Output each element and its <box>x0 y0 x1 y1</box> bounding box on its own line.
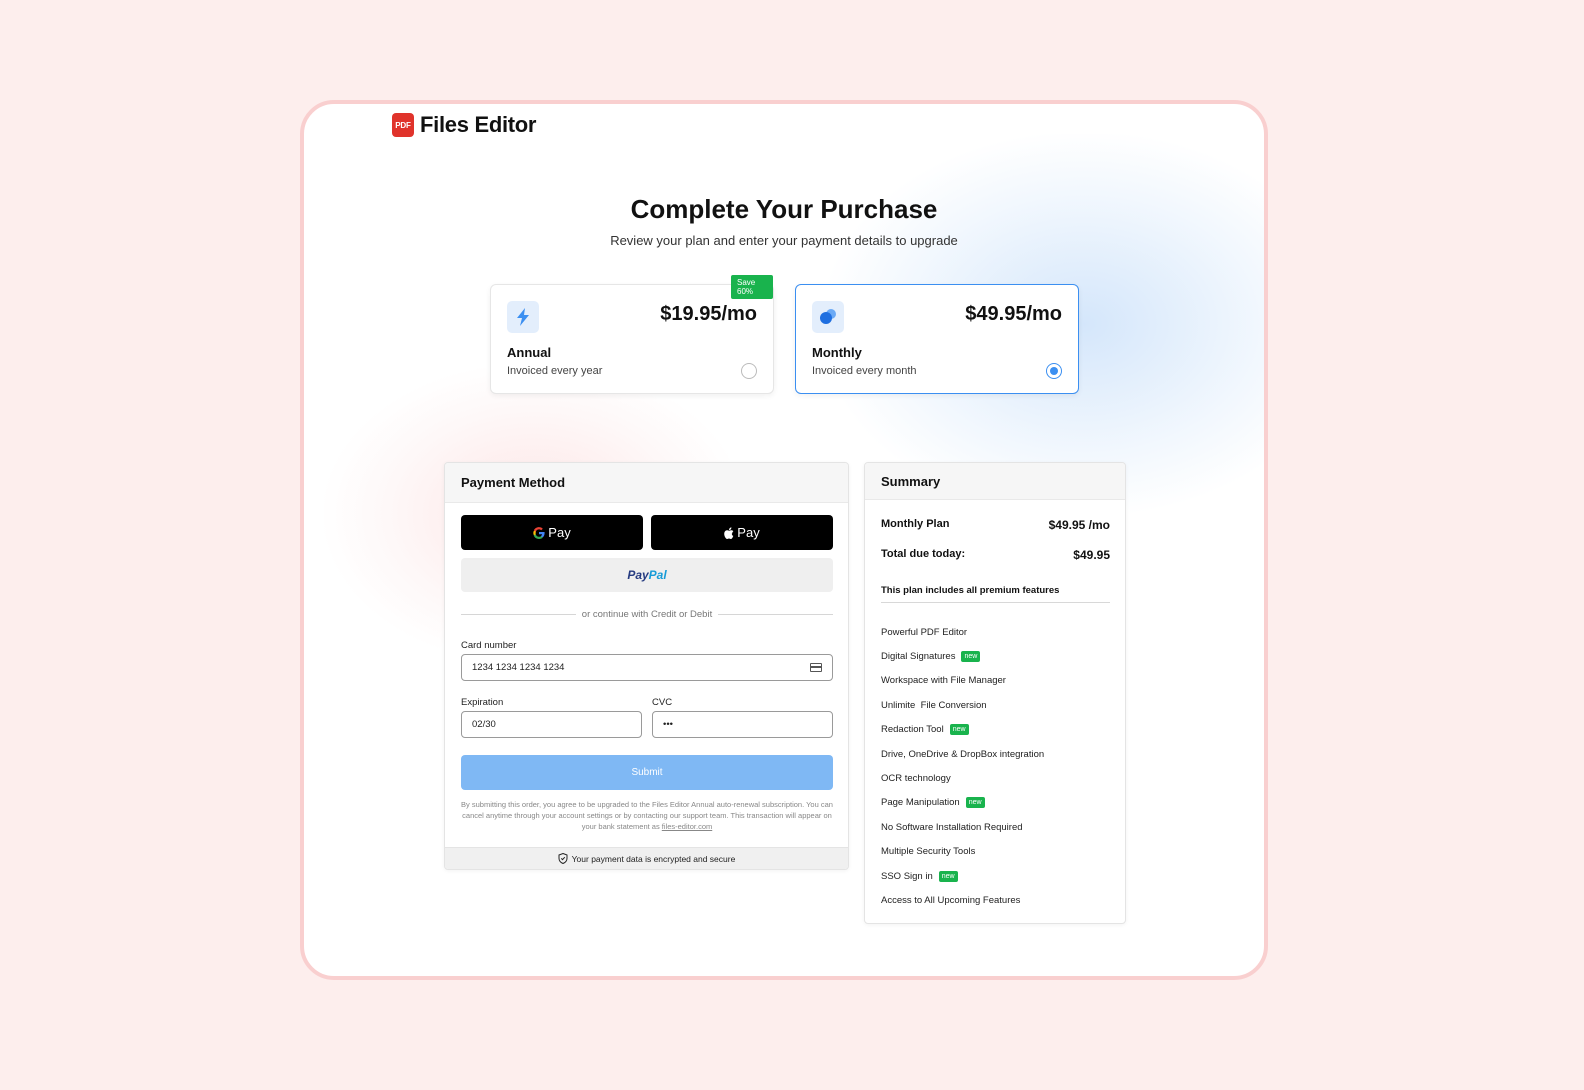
feature-item: Page Manipulation new <box>881 791 1110 815</box>
lightning-icon <box>507 301 539 333</box>
brand-name: Files Editor <box>420 112 537 137</box>
brand-logo[interactable]: PDF Files Editor <box>392 112 537 138</box>
summary-total-label: Total due today: <box>881 548 966 560</box>
terms-text: By submitting this order, you agree to b… <box>461 800 833 831</box>
save-badge: Save 60% <box>731 275 773 299</box>
apple-pay-button[interactable]: Pay <box>651 515 833 550</box>
card-number-label: Card number <box>461 640 517 651</box>
plan-card-annual[interactable]: Save 60% $19.95/mo Annual Invoiced every… <box>490 275 774 394</box>
feature-item: Workspace with File Manager <box>881 675 1006 687</box>
plan-name: Monthly <box>812 345 862 360</box>
terms-link[interactable]: files-editor.com <box>662 822 712 831</box>
summary-title: Summary <box>865 463 1125 500</box>
plan-card-monthly[interactable]: $49.95/mo Monthly Invoiced every month <box>795 284 1079 394</box>
paypal-logo-part2: Pal <box>648 568 667 582</box>
feature-list: Powerful PDF Editor Digital Signatures ne… <box>881 620 1110 913</box>
expiration-input[interactable]: 02/30 <box>461 711 642 738</box>
wallet-buttons: Pay Pay <box>461 515 833 550</box>
submit-button[interactable]: Submit <box>461 755 833 790</box>
summary-plan-label: Monthly Plan <box>881 518 950 530</box>
new-badge: new <box>965 797 985 809</box>
google-g-icon <box>533 526 545 539</box>
cvc-value: ••• <box>663 719 673 730</box>
google-pay-button[interactable]: Pay <box>461 515 643 550</box>
or-divider: or continue with Credit or Debit <box>461 609 834 620</box>
feature-item: OCR technology <box>881 773 951 785</box>
credit-card-icon <box>810 663 822 672</box>
pdf-logo-icon: PDF <box>392 113 414 137</box>
feature-item: Access to All Upcoming Features <box>881 894 1021 906</box>
plan-radio-monthly[interactable] <box>1046 363 1062 379</box>
card-number-input[interactable]: 1234 1234 1234 1234 <box>461 654 833 681</box>
feature-item: Powerful PDF Editor <box>881 626 968 638</box>
circles-icon <box>812 301 844 333</box>
new-badge: new <box>961 651 981 663</box>
secure-text: Your payment data is encrypted and secur… <box>571 853 736 864</box>
hero: Complete Your Purchase Review your plan … <box>304 194 1264 248</box>
page-title: Complete Your Purchase <box>630 194 938 224</box>
google-pay-label: Pay <box>548 525 571 540</box>
cvc-input[interactable]: ••• <box>652 711 833 738</box>
cvc-label: CVC <box>652 697 673 708</box>
new-badge: new <box>938 870 958 882</box>
feature-item: SSO Sign in new <box>881 864 1110 888</box>
feature-item: Unlimite File Conversion <box>881 699 987 711</box>
summary-total-value: $49.95 <box>1073 548 1110 562</box>
divider-text: or continue with Credit or Debit <box>581 609 713 620</box>
plan-price: $49.95/mo <box>965 303 1062 325</box>
apple-icon <box>724 526 734 539</box>
payment-method-title: Payment Method <box>445 463 848 503</box>
expiration-label: Expiration <box>461 697 504 708</box>
summary-total-row: Total due today: $49.95 <box>881 548 1110 562</box>
includes-note: This plan includes all premium features <box>881 585 1110 603</box>
page-subtitle: Review your plan and enter your payment … <box>610 233 958 248</box>
card-number-value: 1234 1234 1234 1234 <box>472 662 565 673</box>
feature-item: Drive, OneDrive & DropBox integration <box>881 748 1045 760</box>
summary-plan-value: $49.95 /mo <box>1048 518 1110 532</box>
feature-item: Digital Signatures new <box>881 644 1110 668</box>
plan-billing: Invoiced every month <box>812 365 917 377</box>
feature-item: Redaction Tool new <box>881 718 1110 742</box>
purchase-card: PDF Files Editor Complete Your Purchase … <box>300 100 1268 980</box>
paypal-button[interactable]: Pay Pal <box>461 558 833 592</box>
payment-method-panel: Payment Method Pay Pay Pay Pal or contin… <box>444 462 849 870</box>
summary-plan-row: Monthly Plan $49.95 /mo <box>881 518 1110 532</box>
apple-pay-label: Pay <box>737 525 760 540</box>
feature-item: No Software Installation Required <box>881 821 1023 833</box>
plan-radio-annual[interactable] <box>741 363 757 379</box>
feature-item: Multiple Security Tools <box>881 846 976 858</box>
plan-billing: Invoiced every year <box>507 365 603 377</box>
new-badge: new <box>949 724 969 736</box>
secure-notice: Your payment data is encrypted and secur… <box>445 847 848 869</box>
plan-name: Annual <box>507 345 552 360</box>
paypal-logo-part1: Pay <box>627 568 649 582</box>
expiration-value: 02/30 <box>472 719 496 730</box>
summary-panel: Summary Monthly Plan $49.95 /mo Total du… <box>864 462 1126 924</box>
shield-icon <box>558 853 568 864</box>
plan-price: $19.95/mo <box>660 303 757 325</box>
